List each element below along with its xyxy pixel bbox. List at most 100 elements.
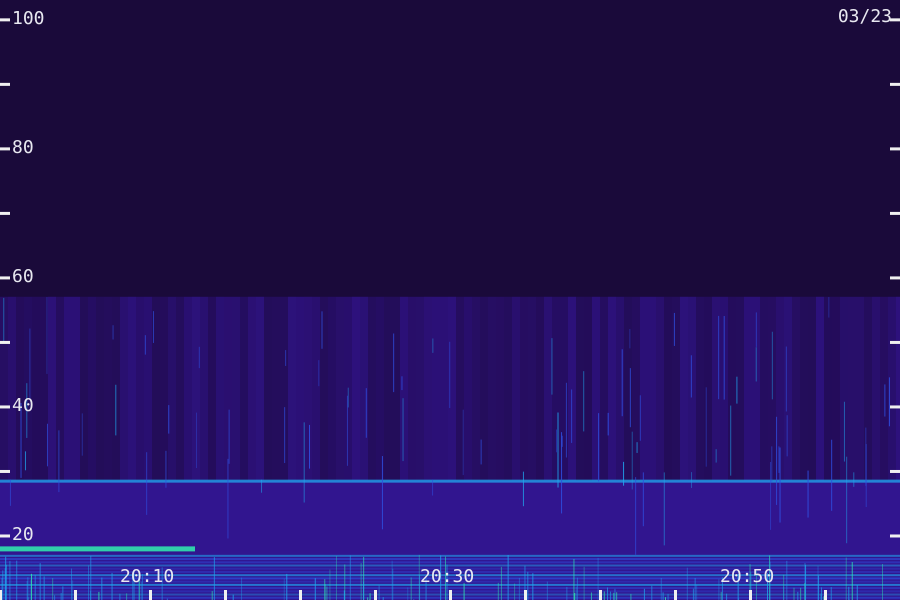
column-tone [704,296,712,481]
strong-band [0,546,195,552]
y-tick-left [0,340,10,344]
column-tone [832,296,840,481]
column-tone [288,296,296,481]
column-tone [544,296,552,481]
column-tone [864,296,872,481]
column-tone [240,296,248,481]
dense-band-line [0,558,900,561]
column-tone [896,296,900,481]
column-tone [256,296,264,481]
column-tone [528,296,536,481]
column-tone [448,296,456,481]
y-tick-label: 40 [12,395,34,417]
column-tone [512,296,520,481]
column-tone [472,296,480,481]
column-tone [672,296,680,481]
column-tone [144,296,152,481]
column-tone [584,296,592,481]
dense-band-line [0,554,900,557]
y-tick-left [0,276,10,280]
column-tone [464,296,472,481]
column-tone [320,296,328,481]
y-tick-left [0,18,10,22]
x-tick [74,590,77,600]
persistent-line [0,479,900,483]
x-tick [749,590,752,600]
column-tone [32,296,40,481]
column-tone [304,296,312,481]
dense-band-line [0,561,900,564]
x-tick [599,590,602,600]
x-tick [449,590,452,600]
column-tone [336,296,344,481]
column-tone [872,296,880,481]
column-tone [520,296,528,481]
x-tick [374,590,377,600]
x-tick [0,590,2,600]
column-tone [824,296,832,481]
column-tone [56,296,64,481]
column-tone [176,296,184,481]
column-tone [440,296,448,481]
column-tone [200,296,208,481]
column-tone [352,296,360,481]
spectrogram-panel: 100 80 60 40 20 20:10 20:30 20:50 03/23 [0,0,900,600]
y-tick-label: 100 [12,8,45,30]
column-tone [808,296,816,481]
column-tone [816,296,824,481]
column-tone [128,296,136,481]
column-tone [792,296,800,481]
column-tone [368,296,376,481]
column-tone [648,296,656,481]
column-tone [104,296,112,481]
column-tone [64,296,72,481]
column-tone [16,296,24,481]
column-tone [184,296,192,481]
column-tone [208,296,216,481]
column-tone [728,296,736,481]
y-tick-label: 20 [12,524,34,546]
column-tone [496,296,504,481]
column-tone [312,296,320,481]
x-tick [224,590,227,600]
x-tick [824,590,827,600]
column-tone [680,296,688,481]
y-tick-right [890,211,900,215]
column-tone [192,296,200,481]
column-tone [424,296,432,481]
column-tone [608,296,616,481]
y-tick-left [0,534,10,538]
column-tone [328,296,336,481]
column-tone [264,296,272,481]
column-tone [856,296,864,481]
column-tone [536,296,544,481]
y-tick-right [890,534,900,538]
x-tick [299,590,302,600]
column-tone [744,296,752,481]
column-tone [640,296,648,481]
y-tick-right [890,469,900,473]
column-tone [552,296,560,481]
column-tone [160,296,168,481]
column-tone [800,296,808,481]
column-tone [432,296,440,481]
column-tone [760,296,768,481]
column-tone [656,296,664,481]
x-tick [674,590,677,600]
column-tone [384,296,392,481]
column-tone [784,296,792,481]
x-tick-label: 20:10 [120,566,175,587]
column-tone [576,296,584,481]
column-tone [72,296,80,481]
column-tone [664,296,672,481]
column-tone [848,296,856,481]
column-tone [280,296,288,481]
y-tick-right [890,405,900,409]
column-tone [88,296,96,481]
column-tone [880,296,888,481]
y-tick-left [0,405,10,409]
column-tone [632,296,640,481]
column-tone [408,296,416,481]
y-tick-right [890,82,900,86]
column-tone [216,296,224,481]
